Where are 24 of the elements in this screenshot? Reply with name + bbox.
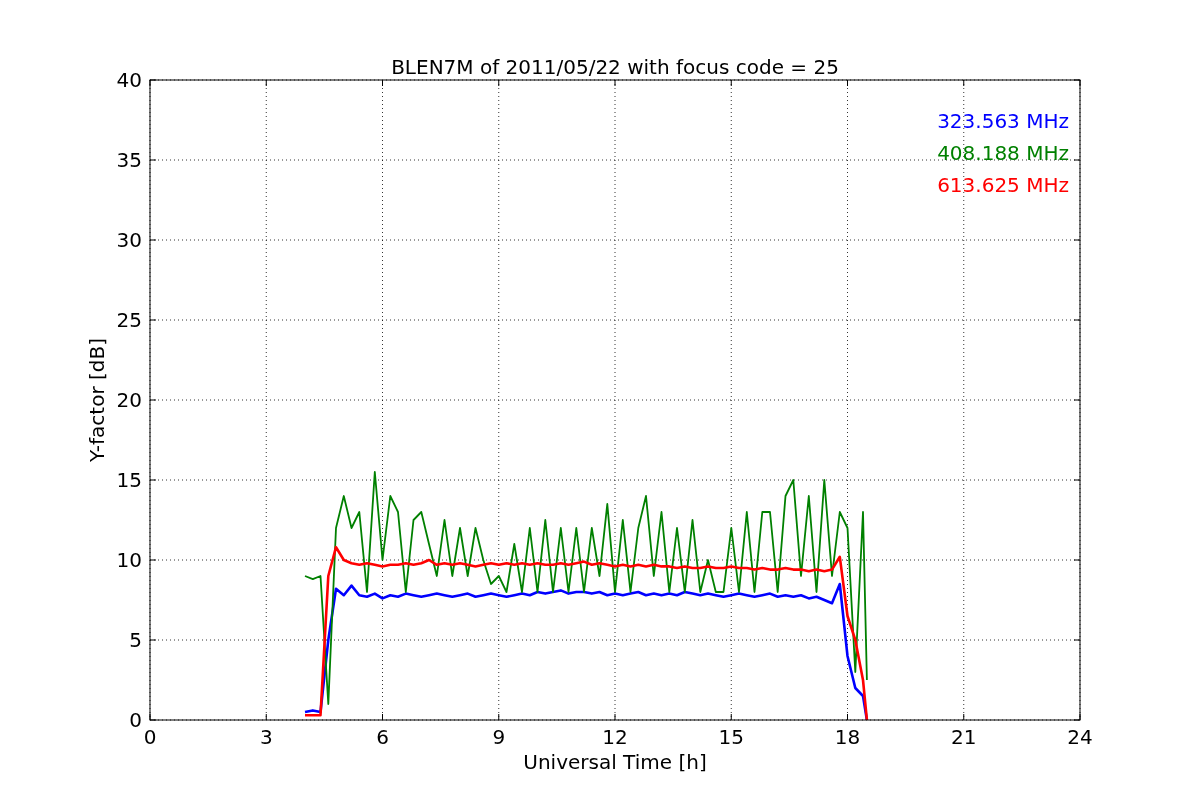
y-tick-label: 15 [116, 468, 142, 492]
x-tick-label: 12 [602, 725, 628, 749]
y-tick-label: 5 [129, 628, 142, 652]
x-tick-label: 0 [143, 725, 157, 749]
y-tick-label: 35 [116, 148, 142, 172]
legend-label: 613.625 MHz [937, 173, 1069, 197]
x-tick-label: 18 [834, 725, 861, 749]
x-tick-label: 21 [951, 725, 977, 749]
legend-label: 408.188 MHz [937, 141, 1069, 165]
x-tick-label: 9 [492, 725, 506, 749]
y-tick-label: 20 [116, 388, 142, 412]
x-tick-label: 15 [718, 725, 744, 749]
legend-label: 323.563 MHz [937, 109, 1069, 133]
chart-title: BLEN7M of 2011/05/22 with focus code = 25 [391, 55, 839, 79]
y-tick-label: 0 [129, 708, 142, 732]
x-tick-label: 24 [1067, 725, 1093, 749]
y-tick-label: 25 [116, 308, 142, 332]
y-tick-label: 30 [116, 228, 142, 252]
x-tick-label: 6 [376, 725, 389, 749]
y-tick-label: 40 [116, 68, 142, 92]
y-axis-label: Y-factor [dB] [85, 338, 109, 462]
x-tick-label: 3 [259, 725, 273, 749]
y-tick-label: 10 [116, 548, 142, 572]
x-axis-label: Universal Time [h] [523, 750, 707, 774]
